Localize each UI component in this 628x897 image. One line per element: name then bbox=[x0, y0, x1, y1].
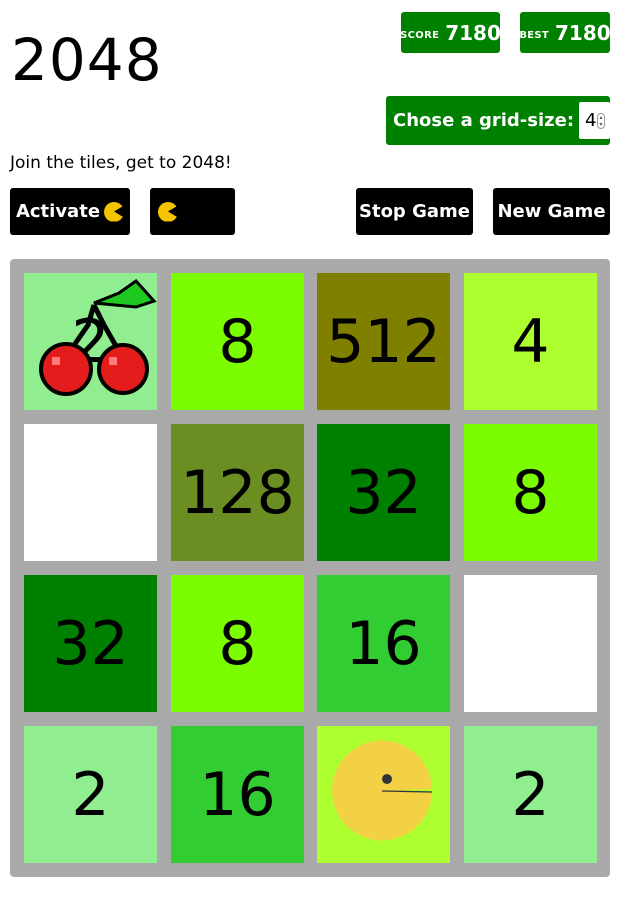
game-board: 2 8 512 4 128 32 8 32 8 16 2 16 2 bbox=[10, 259, 610, 877]
grid-size-control: Chose a grid-size: 4 ▴ ▾ bbox=[386, 96, 610, 145]
pacman-icon bbox=[158, 201, 178, 222]
best-score-box: BEST 7180 bbox=[519, 12, 611, 53]
tile-value: 4 bbox=[511, 306, 550, 377]
tile-8: 8 bbox=[171, 273, 304, 410]
tile-512: 512 bbox=[317, 273, 450, 410]
tile-16: 16 bbox=[171, 726, 304, 863]
grid-size-label: Chose a grid-size: bbox=[393, 110, 575, 131]
game-title: 2048 bbox=[11, 26, 163, 94]
pacman-button[interactable] bbox=[150, 188, 235, 235]
tile-value: 16 bbox=[199, 759, 276, 830]
grid-size-value: 4 bbox=[585, 110, 597, 131]
tile-value: 32 bbox=[345, 457, 422, 528]
tile-8: 8 bbox=[171, 575, 304, 712]
empty-tile bbox=[317, 726, 450, 863]
activate-label: Activate bbox=[15, 201, 101, 222]
tile-value: 8 bbox=[218, 608, 257, 679]
tile-value: 2 bbox=[511, 759, 550, 830]
tile-value: 2 bbox=[71, 759, 110, 830]
tile-8: 8 bbox=[464, 424, 597, 561]
best-label: BEST bbox=[519, 29, 550, 41]
stop-game-button[interactable]: Stop Game bbox=[356, 188, 473, 235]
score-label: SCORE bbox=[400, 29, 440, 41]
grid-size-input[interactable]: 4 ▴ ▾ bbox=[579, 102, 610, 139]
tile-32: 32 bbox=[317, 424, 450, 561]
tile-value: 8 bbox=[218, 306, 257, 377]
tile-2: 2 bbox=[24, 726, 157, 863]
tile-2: 2 bbox=[24, 273, 157, 410]
empty-tile bbox=[24, 424, 157, 561]
tile-128: 128 bbox=[171, 424, 304, 561]
pacman-icon bbox=[104, 201, 125, 222]
empty-tile bbox=[464, 575, 597, 712]
tile-value: 128 bbox=[180, 457, 295, 528]
game-intro: Join the tiles, get to 2048! bbox=[10, 153, 232, 173]
cherry-icon bbox=[24, 273, 157, 410]
spinner-arrows-icon[interactable]: ▴ ▾ bbox=[597, 113, 605, 129]
tile-value: 16 bbox=[345, 608, 422, 679]
tile-value: 8 bbox=[511, 457, 550, 528]
activate-button[interactable]: Activate bbox=[10, 188, 130, 235]
tile-16: 16 bbox=[317, 575, 450, 712]
pacman-icon bbox=[331, 740, 433, 842]
new-game-button[interactable]: New Game bbox=[493, 188, 610, 235]
tile-value: 512 bbox=[326, 306, 441, 377]
tile-32: 32 bbox=[24, 575, 157, 712]
tile-4: 4 bbox=[464, 273, 597, 410]
score-value: 7180 bbox=[445, 20, 501, 45]
score-box: SCORE 7180 bbox=[400, 12, 501, 53]
tile-value: 32 bbox=[52, 608, 129, 679]
tile-2: 2 bbox=[464, 726, 597, 863]
best-value: 7180 bbox=[555, 20, 611, 45]
